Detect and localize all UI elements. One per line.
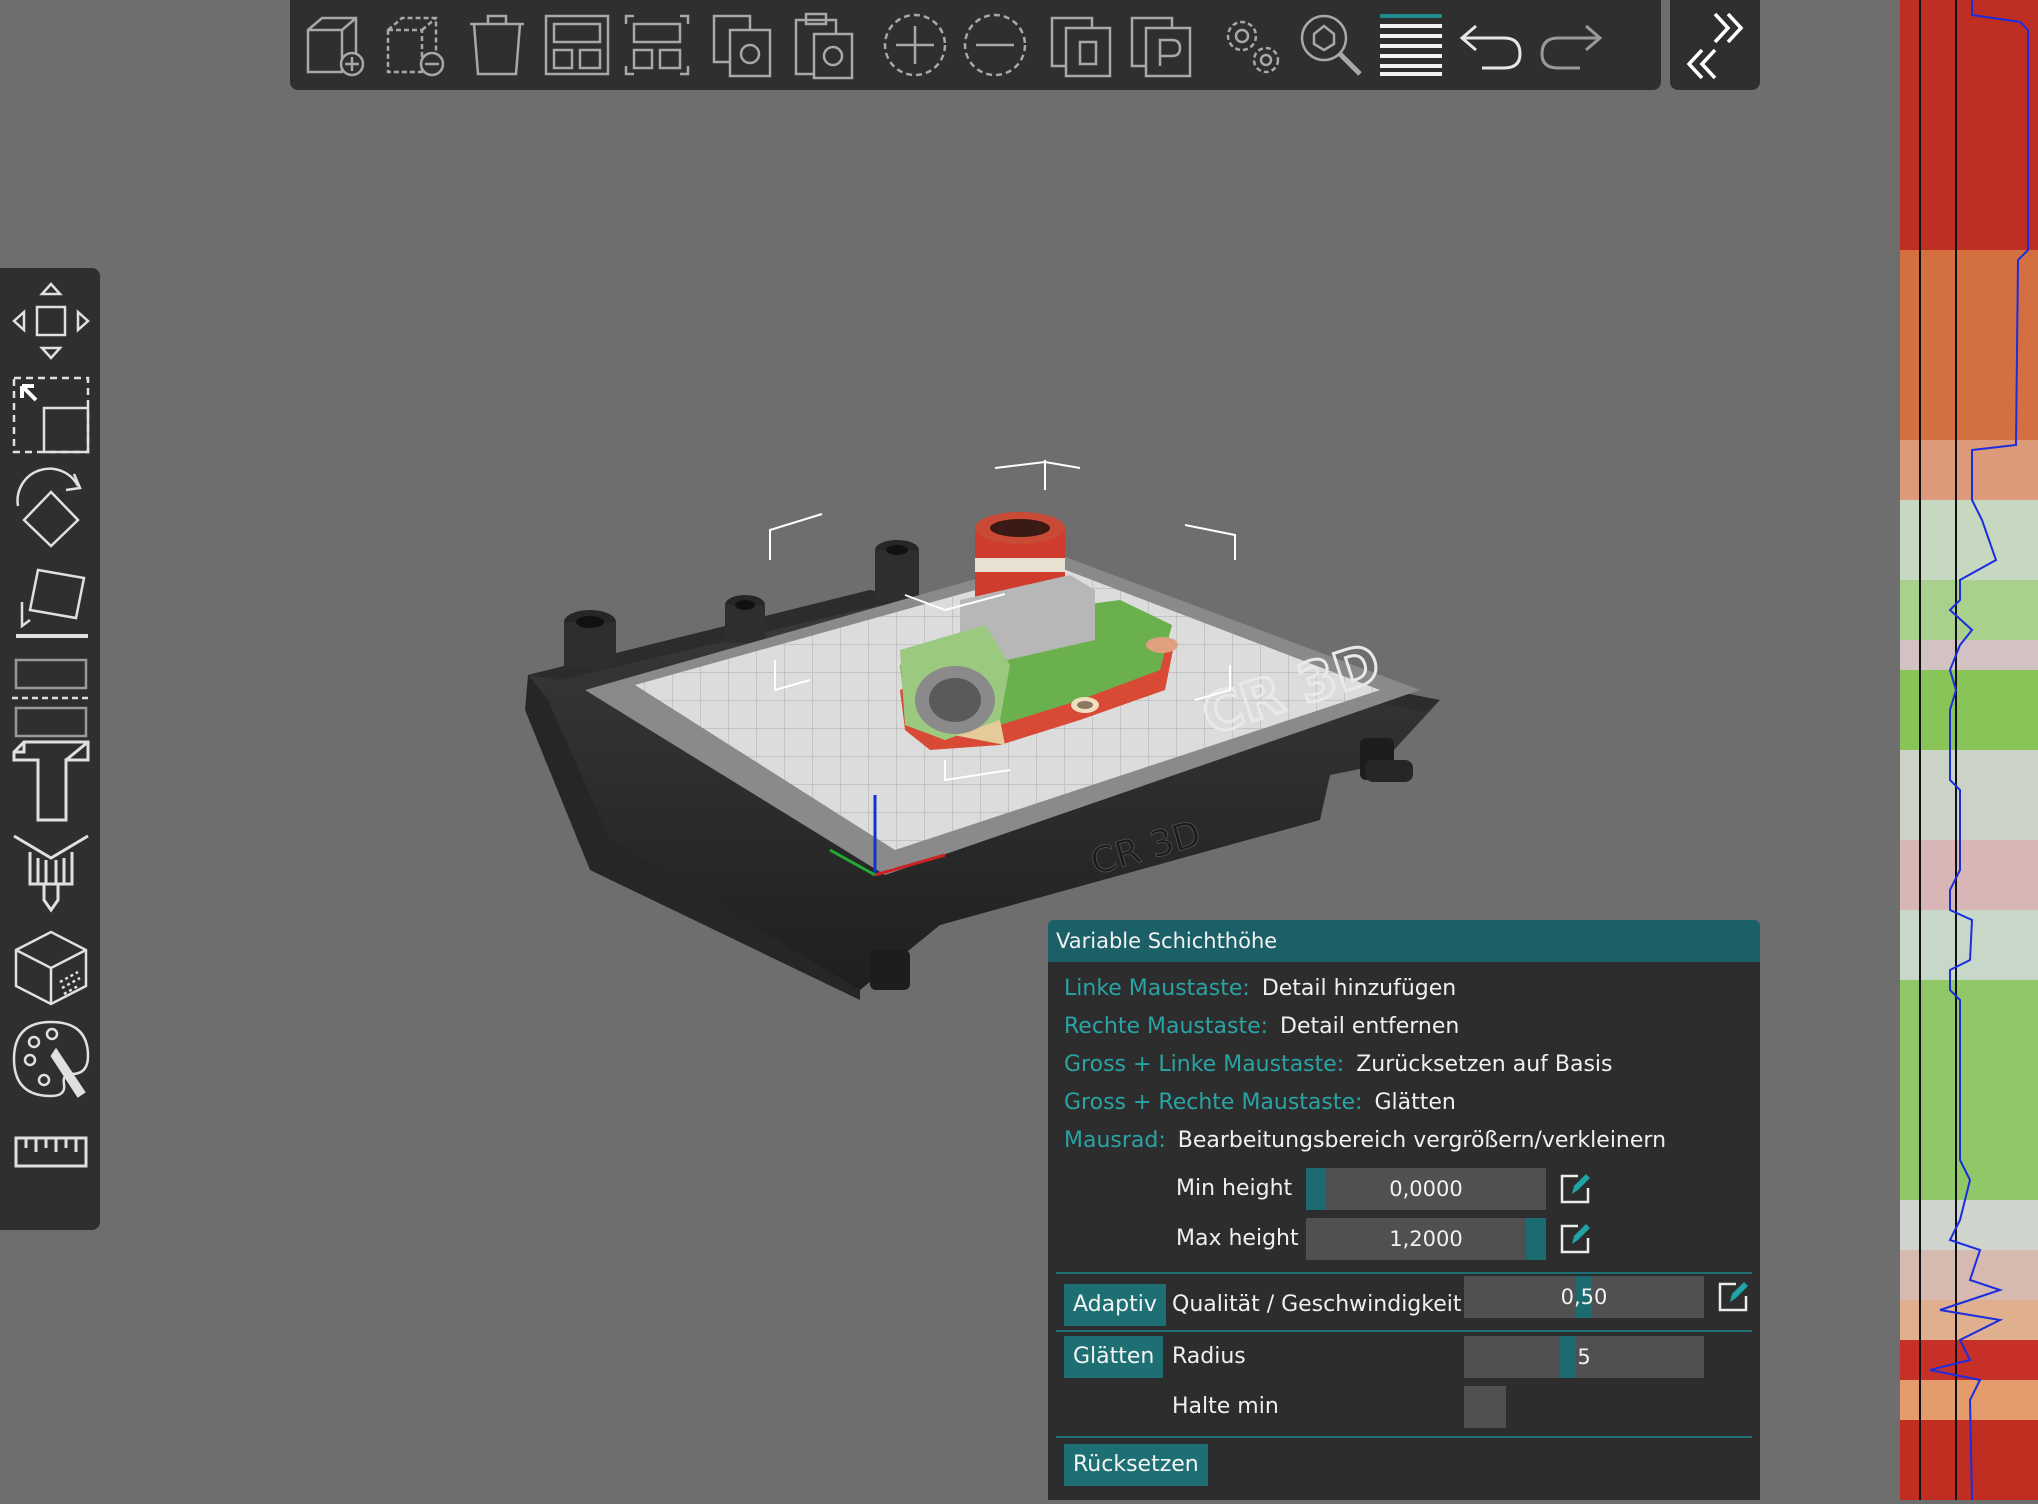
support-paint-icon[interactable] <box>8 738 94 824</box>
max-height-label: Max height <box>1176 1226 1299 1251</box>
quality-speed-label: Qualität / Geschwindigkeit <box>1172 1292 1462 1317</box>
split-objects-icon[interactable] <box>1046 8 1120 82</box>
gears-icon[interactable] <box>1214 8 1288 82</box>
hint-key: Mausrad: <box>1064 1128 1166 1153</box>
split-parts-icon[interactable] <box>1126 8 1200 82</box>
redo-icon[interactable] <box>1534 8 1608 82</box>
cut-icon[interactable] <box>8 654 94 740</box>
top-toolbar <box>290 0 1661 90</box>
keep-min-checkbox[interactable] <box>1464 1386 1506 1428</box>
hint-shift-right-click: Gross + Rechte Maustaste: Glätten <box>1064 1086 1456 1120</box>
separator <box>1056 1272 1752 1274</box>
hint-value: Zurücksetzen auf Basis <box>1356 1052 1613 1077</box>
paste-icon[interactable] <box>788 8 862 82</box>
slider-handle[interactable] <box>1560 1336 1576 1378</box>
quality-speed-value: 0,50 <box>1560 1285 1608 1309</box>
plus-circle-icon[interactable] <box>878 8 952 82</box>
radius-label: Radius <box>1172 1344 1246 1369</box>
measure-icon[interactable] <box>8 1110 94 1196</box>
layer-height-graph <box>1900 0 2038 1500</box>
color-paint-icon[interactable] <box>8 1016 94 1102</box>
left-toolbar <box>0 268 100 1230</box>
edit-min-height-icon[interactable] <box>1558 1172 1592 1206</box>
keep-min-label: Halte min <box>1172 1394 1279 1419</box>
max-height-slider[interactable]: 1,2000 <box>1306 1218 1546 1260</box>
hollow-icon[interactable] <box>8 922 94 1008</box>
trash-icon[interactable] <box>460 8 534 82</box>
hint-key: Gross + Rechte Maustaste: <box>1064 1090 1363 1115</box>
hint-value: Glätten <box>1374 1090 1456 1115</box>
radius-slider[interactable]: 5 <box>1464 1336 1704 1378</box>
min-height-value: 0,0000 <box>1389 1177 1463 1201</box>
layer-height-profile[interactable] <box>1900 0 2038 1500</box>
hint-key: Gross + Linke Maustaste: <box>1064 1052 1345 1077</box>
hint-left-click: Linke Maustaste: Detail hinzufügen <box>1064 972 1456 1006</box>
hint-key: Linke Maustaste: <box>1064 976 1250 1001</box>
hint-value: Detail hinzufügen <box>1261 976 1457 1001</box>
rotate-icon[interactable] <box>8 466 94 552</box>
arrange-icon[interactable] <box>540 8 614 82</box>
hint-mouse-wheel: Mausrad: Bearbeitungsbereich vergrößern/v… <box>1064 1124 1666 1158</box>
quality-speed-slider[interactable]: 0,50 <box>1464 1276 1704 1318</box>
undo-icon[interactable] <box>1454 8 1528 82</box>
cube-plus-icon[interactable] <box>300 8 374 82</box>
slider-fill <box>1306 1168 1326 1210</box>
scale-icon[interactable] <box>8 372 94 458</box>
radius-value: 5 <box>1577 1345 1591 1369</box>
hint-value: Bearbeitungsbereich vergrößern/verkleine… <box>1177 1128 1667 1153</box>
smooth-button[interactable]: Glätten <box>1064 1336 1164 1378</box>
adaptive-button[interactable]: Adaptiv <box>1064 1284 1166 1326</box>
panel-title: Variable Schichthöhe <box>1048 920 1760 962</box>
arrange-selection-icon[interactable] <box>620 8 694 82</box>
edit-quality-speed-icon[interactable] <box>1716 1280 1750 1314</box>
min-height-slider[interactable]: 0,0000 <box>1306 1168 1546 1210</box>
place-on-face-icon[interactable] <box>8 560 94 646</box>
search-icon[interactable] <box>1294 8 1368 82</box>
copy-icon[interactable] <box>708 8 782 82</box>
move-icon[interactable] <box>8 278 94 364</box>
collapse-arrows-icon <box>1686 12 1744 80</box>
hint-shift-left-click: Gross + Linke Maustaste: Zurücksetzen auf… <box>1064 1048 1613 1082</box>
hint-value: Detail entfernen <box>1280 1014 1460 1039</box>
layers-icon[interactable] <box>1374 8 1448 82</box>
cube-minus-icon[interactable] <box>380 8 454 82</box>
max-height-value: 1,2000 <box>1389 1227 1463 1251</box>
min-height-label: Min height <box>1176 1176 1293 1201</box>
hint-key: Rechte Maustaste: <box>1064 1014 1269 1039</box>
minus-circle-icon[interactable] <box>958 8 1032 82</box>
variable-layer-height-panel: Variable Schichthöhe Linke Maustaste: Det… <box>1048 920 1760 1500</box>
separator <box>1056 1436 1752 1438</box>
collapse-panel-button[interactable] <box>1670 0 1760 90</box>
slider-fill <box>1526 1218 1546 1260</box>
hint-right-click: Rechte Maustaste: Detail entfernen <box>1064 1010 1459 1044</box>
edit-max-height-icon[interactable] <box>1558 1222 1592 1256</box>
separator <box>1056 1330 1752 1332</box>
reset-button[interactable]: Rücksetzen <box>1064 1444 1208 1486</box>
seam-paint-icon[interactable] <box>8 828 94 914</box>
